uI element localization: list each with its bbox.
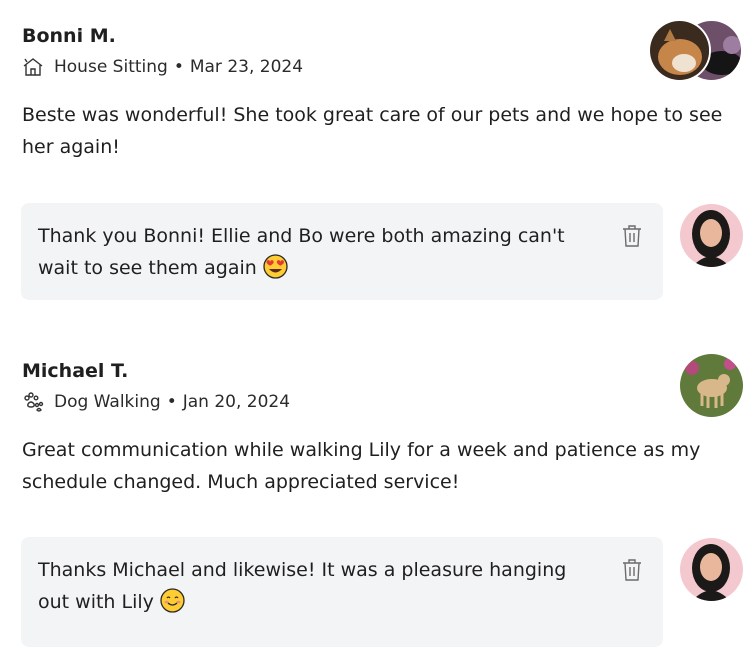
review-text: Great communication while walking Lily f… [22,439,701,493]
owner-avatar [680,204,743,267]
meta-separator: • [166,392,177,412]
pet-avatar [680,354,743,417]
paw-icon [22,391,44,413]
delete-reply-trash-icon[interactable] [621,558,643,582]
review-date: Jan 20, 2024 [182,392,291,412]
reviewer-name: Michael T. [22,360,129,382]
heart-eyes-emoji [263,254,288,279]
service-name: Dog Walking [54,392,161,412]
owner-reply: Thanks Michael and likewise! It was a pl… [21,537,663,647]
reply-text: Thanks Michael and likewise! It was a pl… [38,559,567,613]
review-card: Michael T. Dog Walking • Jan 20, 2024 Gr… [21,354,745,647]
pet-avatars [648,19,743,83]
service-name: House Sitting [54,57,168,77]
review-meta: House Sitting • Mar 23, 2024 [22,55,745,79]
review-date: Mar 23, 2024 [189,57,304,77]
reviewer-name: Bonni M. [22,25,116,47]
review-text: Beste was wonderful! She took great care… [22,104,723,158]
pet-avatar [648,19,711,82]
owner-avatar [680,538,743,601]
owner-reply: Thank you Bonni! Ellie and Bo were both … [21,203,663,300]
delete-reply-trash-icon[interactable] [621,224,643,248]
review-card: Bonni M. House Sitting • Mar 23, 2024 Be… [21,19,745,300]
meta-separator: • [173,57,184,77]
reply-text: Thank you Bonni! Ellie and Bo were both … [38,225,565,279]
smiling-face-emoji [160,588,185,613]
review-meta: Dog Walking • Jan 20, 2024 [22,390,745,414]
house-icon [22,56,44,78]
